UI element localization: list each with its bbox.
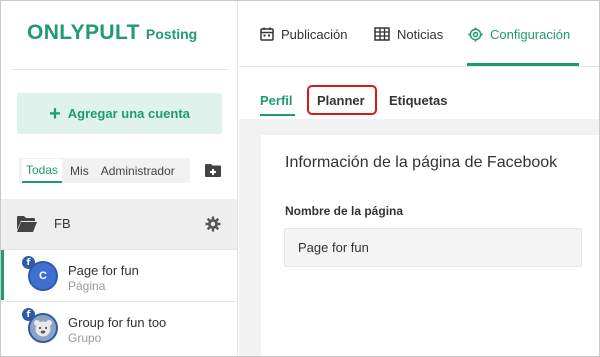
page-name-input[interactable] — [284, 228, 582, 267]
account-type: Grupo — [68, 331, 102, 345]
nav-label: Noticias — [397, 26, 444, 42]
logo: ONLYPULT Posting — [27, 21, 197, 45]
group-label: FB — [54, 216, 71, 231]
panel-title: Información de la página de Facebook — [285, 154, 558, 171]
nav-label: Configuración — [490, 26, 571, 42]
nav-configuracion[interactable]: Configuración — [468, 25, 570, 43]
logo-name: ONLYPULT — [27, 21, 140, 44]
bear-icon — [34, 320, 52, 337]
facebook-icon: f — [22, 256, 35, 269]
account-name: Group for fun too — [68, 315, 167, 330]
add-account-button[interactable]: + Agregar una cuenta — [17, 93, 222, 134]
filter-tab-mis[interactable]: Mis — [66, 160, 93, 182]
logo-product: Posting — [145, 26, 198, 42]
account-name: Page for fun — [68, 263, 139, 278]
account-filter-tabs: Todas Mis Administrador — [19, 158, 190, 183]
tab-planner[interactable]: Planner — [317, 93, 365, 108]
settings-icon — [468, 26, 483, 42]
facebook-icon: f — [22, 308, 35, 321]
gear-icon[interactable] — [205, 216, 221, 232]
grid-icon — [374, 27, 390, 41]
tab-etiquetas[interactable]: Etiquetas — [389, 93, 448, 108]
add-account-label: Agregar una cuenta — [67, 106, 190, 121]
app-window: ONLYPULT Posting + Agregar una cuenta To… — [0, 0, 600, 357]
page-name-label: Nombre de la página — [285, 204, 404, 218]
nav-noticias[interactable]: Noticias — [374, 25, 443, 43]
avatar-letter: C — [39, 270, 47, 282]
folder-open-icon — [17, 216, 37, 232]
tab-perfil[interactable]: Perfil — [260, 93, 293, 108]
divider — [239, 66, 599, 67]
plus-icon: + — [49, 102, 61, 125]
filter-tab-administrador[interactable]: Administrador — [97, 160, 179, 182]
calendar-icon — [260, 27, 274, 41]
filter-tab-todas[interactable]: Todas — [22, 158, 63, 183]
account-item-page-for-fun[interactable]: C f Page for fun Página — [1, 250, 237, 300]
account-type: Página — [68, 279, 106, 293]
new-folder-icon[interactable] — [205, 163, 221, 177]
account-group-fb[interactable]: FB — [1, 199, 237, 249]
nav-publicacion[interactable]: Publicación — [260, 25, 348, 43]
account-item-group-for-fun-too[interactable]: f Group for fun too Grupo — [1, 302, 237, 352]
active-tab-indicator — [260, 114, 295, 116]
divider — [11, 69, 229, 70]
nav-label: Publicación — [281, 26, 348, 42]
sidebar: ONLYPULT Posting + Agregar una cuenta To… — [1, 1, 238, 356]
